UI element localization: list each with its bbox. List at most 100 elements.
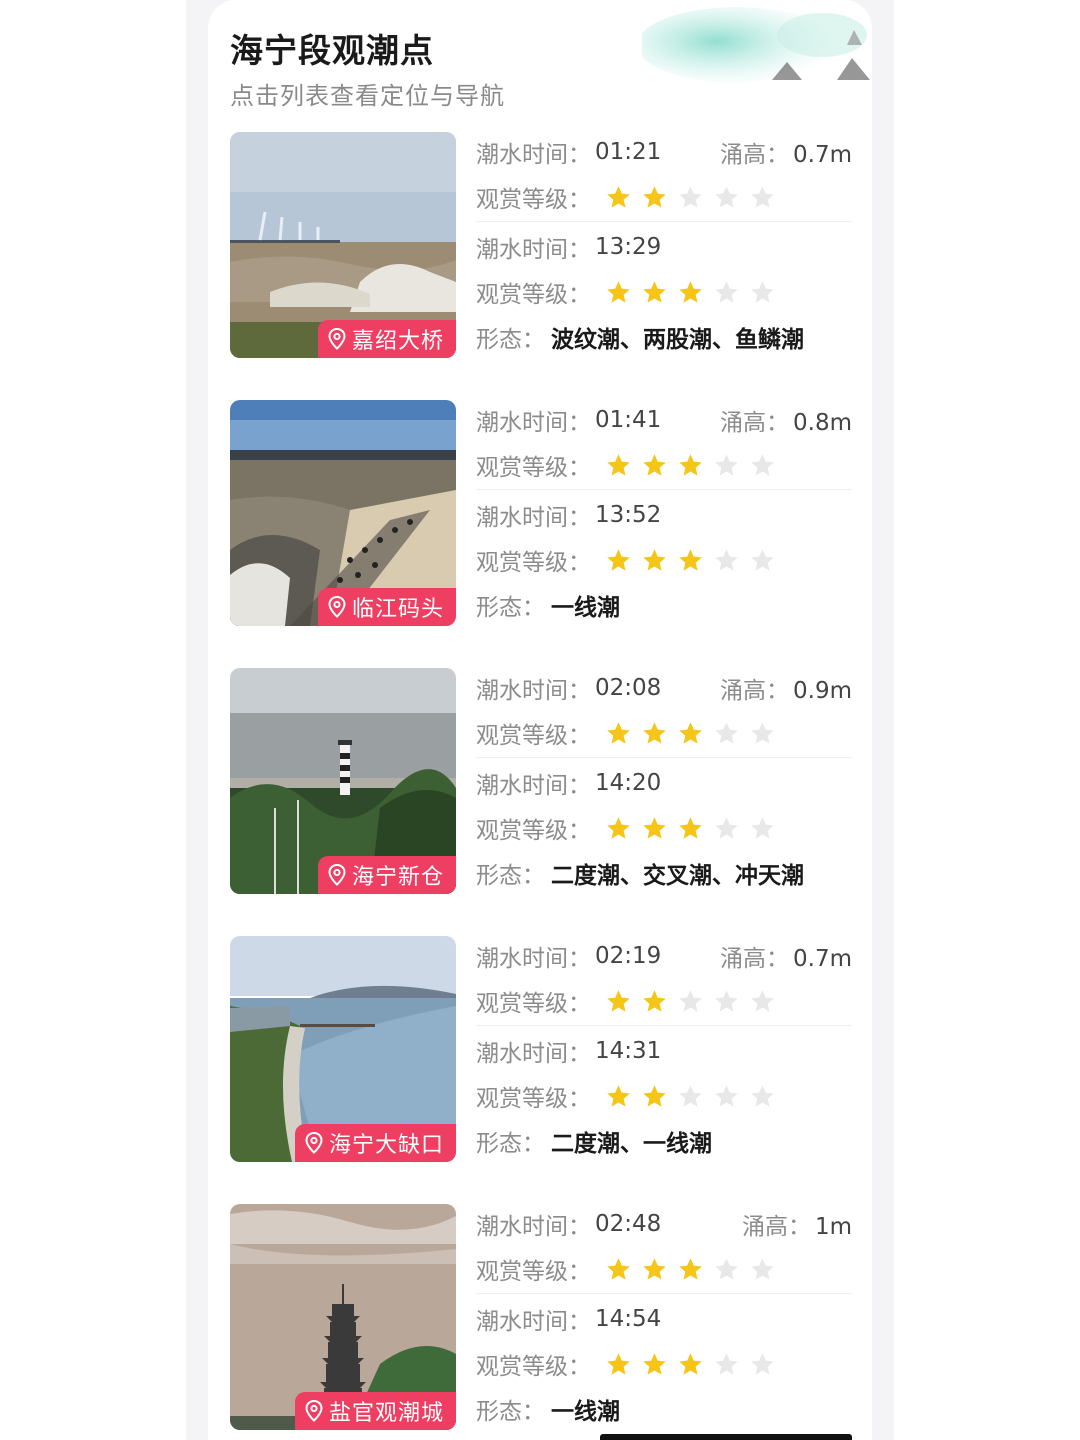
location-button[interactable]: 海宁大缺口 [294, 1124, 456, 1162]
star-empty-icon [715, 816, 738, 839]
star-empty-icon [751, 721, 774, 744]
star-filled-icon [607, 1257, 630, 1280]
spot-photo[interactable]: 嘉绍大桥 [230, 132, 456, 358]
tide-info: 潮水时间： 02:48 涌高： 1m 观赏等级： 潮水时间： 14:54 观赏等级… [476, 1204, 852, 1430]
star-empty-icon [751, 816, 774, 839]
tide-time-label: 潮水时间： [476, 773, 591, 799]
surge-height-label: 涌高： [741, 1214, 811, 1240]
form-label: 形态： [476, 863, 545, 889]
location-pin-icon [328, 596, 346, 618]
spot-photo[interactable]: 临江码头 [230, 400, 456, 626]
star-filled-icon [607, 453, 630, 476]
location-pin-icon [328, 864, 346, 886]
spot-item[interactable]: 临江码头 潮水时间： 01:41 涌高： 0.8m 观赏等级： 潮水时间： 13:… [230, 400, 852, 626]
rating-row-1: 观赏等级： [476, 177, 852, 217]
home-indicator [600, 1434, 852, 1440]
star-filled-icon [679, 721, 702, 744]
location-name: 临江码头 [351, 597, 444, 622]
tide-row-1: 潮水时间： 02:19 涌高： 0.7m [476, 936, 852, 976]
star-filled-icon [643, 548, 666, 571]
star-empty-icon [751, 548, 774, 571]
tide-time-value: 14:54 [595, 1306, 662, 1332]
tide-row-1: 潮水时间： 01:41 涌高： 0.8m [476, 400, 852, 440]
rating-label: 观赏等级： [476, 1086, 591, 1112]
rating-row-1: 观赏等级： [476, 713, 852, 753]
spot-item[interactable]: 盐官观潮城 潮水时间： 02:48 涌高： 1m 观赏等级： 潮水时间： 14:5… [230, 1204, 852, 1430]
form-row: 形态： 二度潮、交叉潮、冲天潮 [476, 853, 852, 893]
form-value: 二度潮、一线潮 [551, 1131, 712, 1157]
star-empty-icon [679, 989, 702, 1012]
tide-time-label: 潮水时间： [476, 1214, 591, 1240]
star-empty-icon [751, 1257, 774, 1280]
tide-time-value: 01:41 [595, 407, 662, 433]
rating-label: 观赏等级： [476, 723, 591, 749]
form-row: 形态： 一线潮 [476, 585, 852, 625]
star-filled-icon [643, 989, 666, 1012]
location-name: 海宁大缺口 [328, 1133, 444, 1158]
star-filled-icon [643, 816, 666, 839]
spot-item[interactable]: 嘉绍大桥 潮水时间： 01:21 涌高： 0.7m 观赏等级： 潮水时间： 13:… [230, 132, 852, 358]
location-button[interactable]: 嘉绍大桥 [317, 320, 456, 358]
form-row: 形态： 一线潮 [476, 1389, 852, 1429]
spot-photo[interactable]: 盐官观潮城 [230, 1204, 456, 1430]
star-filled-icon [607, 816, 630, 839]
star-filled-icon [607, 1352, 630, 1375]
star-filled-icon [607, 185, 630, 208]
star-filled-icon [679, 453, 702, 476]
form-label: 形态： [476, 327, 545, 353]
star-filled-icon [679, 816, 702, 839]
location-button[interactable]: 临江码头 [317, 588, 456, 626]
star-rating [605, 184, 785, 211]
star-filled-icon [643, 1352, 666, 1375]
tide-row-1: 潮水时间： 01:21 涌高： 0.7m [476, 132, 852, 172]
spot-item[interactable]: 海宁大缺口 潮水时间： 02:19 涌高： 0.7m 观赏等级： 潮水时间： 14… [230, 936, 852, 1162]
spot-photo[interactable]: 海宁大缺口 [230, 936, 456, 1162]
form-value: 一线潮 [551, 595, 620, 621]
location-name: 嘉绍大桥 [351, 329, 444, 354]
divider [476, 1025, 852, 1026]
location-button[interactable]: 盐官观潮城 [294, 1392, 456, 1430]
page-margin-left [0, 0, 186, 1440]
tide-time-value: 02:19 [595, 943, 662, 969]
star-rating [605, 815, 785, 842]
star-rating [605, 452, 785, 479]
star-filled-icon [643, 453, 666, 476]
star-rating [605, 547, 785, 574]
tide-time-label: 潮水时间： [476, 946, 591, 972]
surge-height: 涌高： 1m [742, 1207, 852, 1241]
divider [476, 221, 852, 222]
rating-label: 观赏等级： [476, 455, 591, 481]
divider [476, 489, 852, 490]
location-pin-icon [305, 1132, 323, 1154]
spot-photo[interactable]: 海宁新仓 [230, 668, 456, 894]
rating-label: 观赏等级： [476, 1354, 591, 1380]
location-pin-icon [305, 1400, 323, 1422]
tide-row-2: 潮水时间： 14:54 [476, 1299, 852, 1339]
surge-height-value: 0.7m [793, 142, 852, 168]
rating-row-2: 观赏等级： [476, 272, 852, 312]
form-row: 形态： 波纹潮、两股潮、鱼鳞潮 [476, 317, 852, 357]
star-filled-icon [679, 1257, 702, 1280]
tide-row-1: 潮水时间： 02:08 涌高： 0.9m [476, 668, 852, 708]
surge-height-value: 0.8m [793, 410, 852, 436]
page-subtitle: 点击列表查看定位与导航 [230, 82, 505, 110]
surge-height-value: 0.7m [793, 946, 852, 972]
star-filled-icon [607, 1084, 630, 1107]
star-empty-icon [715, 721, 738, 744]
star-filled-icon [679, 1352, 702, 1375]
page-title: 海宁段观潮点 [230, 31, 434, 70]
location-button[interactable]: 海宁新仓 [317, 856, 456, 894]
tide-time-value: 13:29 [595, 234, 662, 260]
spot-item[interactable]: 海宁新仓 潮水时间： 02:08 涌高： 0.9m 观赏等级： 潮水时间： 14:… [230, 668, 852, 894]
tide-time-value: 14:31 [595, 1038, 662, 1064]
star-filled-icon [679, 548, 702, 571]
surge-height: 涌高： 0.7m [720, 135, 852, 169]
star-empty-icon [715, 1257, 738, 1280]
surge-height: 涌高： 0.7m [720, 939, 852, 973]
star-empty-icon [751, 185, 774, 208]
phone-screen: 海宁段观潮点 点击列表查看定位与导航 嘉绍大桥 潮水时间： 01:21 涌高： … [186, 0, 894, 1440]
tide-time-label: 潮水时间： [476, 237, 591, 263]
location-pin-icon [328, 328, 346, 350]
rating-label: 观赏等级： [476, 991, 591, 1017]
rating-row-1: 观赏等级： [476, 981, 852, 1021]
